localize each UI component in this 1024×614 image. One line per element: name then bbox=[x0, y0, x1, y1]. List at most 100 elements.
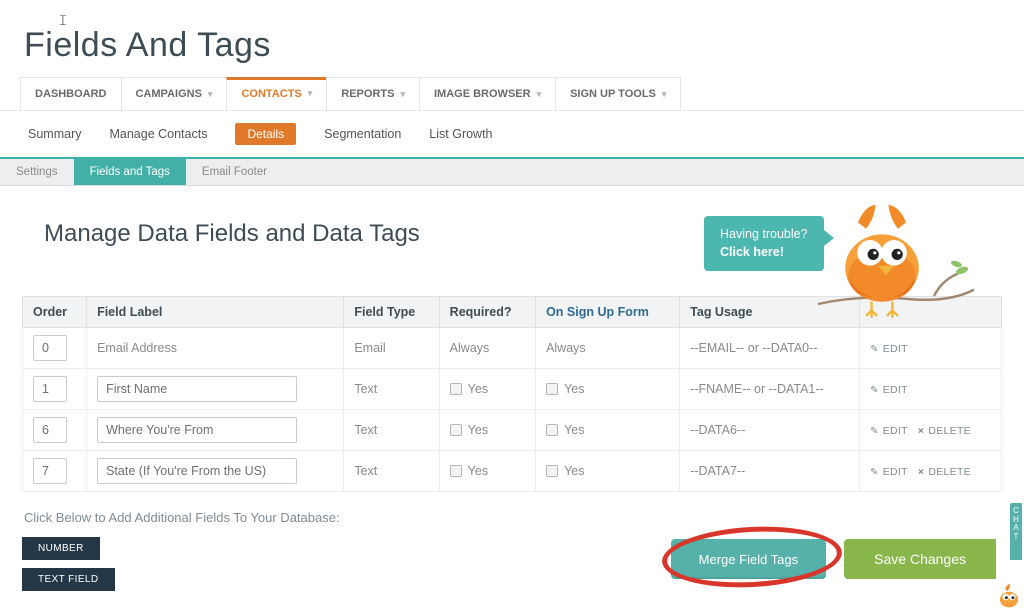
secondary-nav-summary[interactable]: Summary bbox=[28, 127, 81, 141]
field-type: Text bbox=[344, 410, 439, 451]
nav-label: SIGN UP TOOLS bbox=[570, 88, 656, 100]
edit-label: EDIT bbox=[883, 343, 908, 355]
primary-nav-item-image-browser[interactable]: IMAGE BROWSER ▾ bbox=[419, 77, 556, 110]
tag-usage: --DATA7-- bbox=[680, 451, 860, 492]
secondary-nav: Summary Manage Contacts Details Segmentatio… bbox=[0, 111, 1024, 159]
required-cell: Yes bbox=[439, 451, 535, 492]
help-callout[interactable]: Having trouble? Click here! bbox=[704, 216, 824, 271]
checkbox-icon[interactable] bbox=[546, 465, 558, 477]
chevron-down-icon: ▾ bbox=[400, 89, 405, 100]
chevron-down-icon: ▾ bbox=[208, 89, 213, 100]
chat-mascot-icon[interactable] bbox=[996, 584, 1022, 610]
col-type: Field Type bbox=[344, 297, 439, 328]
order-input[interactable] bbox=[33, 376, 67, 402]
signup-value: Yes bbox=[564, 382, 584, 396]
content-area: Manage Data Fields and Data Tags Having … bbox=[0, 186, 1024, 603]
close-icon: × bbox=[918, 425, 924, 437]
tertiary-nav-email-footer[interactable]: Email Footer bbox=[186, 159, 283, 185]
chevron-down-icon: ▾ bbox=[537, 89, 542, 100]
primary-nav-item-sign-up-tools[interactable]: SIGN UP TOOLS ▾ bbox=[555, 77, 681, 110]
primary-nav-item-campaigns[interactable]: CAMPAIGNS ▾ bbox=[121, 77, 228, 110]
edit-label: EDIT bbox=[883, 384, 908, 396]
col-required: Required? bbox=[439, 297, 535, 328]
checkbox-icon[interactable] bbox=[450, 465, 462, 477]
field-type: Email bbox=[344, 328, 439, 369]
edit-link[interactable]: ✎ EDIT bbox=[870, 384, 908, 396]
signup-cell: Yes bbox=[536, 410, 680, 451]
required-cell: Always bbox=[439, 328, 535, 369]
table-row: Text Yes Yes --DATA7-- ✎ EDIT × DELETE bbox=[23, 451, 1002, 492]
order-input[interactable] bbox=[33, 417, 67, 443]
secondary-nav-details[interactable]: Details bbox=[235, 123, 296, 145]
checkbox-icon[interactable] bbox=[546, 383, 558, 395]
action-row: Merge Field Tags Save Changes bbox=[22, 539, 1002, 579]
field-label-input[interactable] bbox=[97, 417, 297, 443]
checkbox-icon[interactable] bbox=[450, 383, 462, 395]
pencil-icon: ✎ bbox=[870, 385, 879, 396]
tertiary-nav-settings[interactable]: Settings bbox=[0, 159, 74, 185]
edit-link[interactable]: ✎ EDIT bbox=[870, 425, 908, 437]
required-value: Yes bbox=[468, 382, 488, 396]
nav-label: CONTACTS bbox=[241, 88, 301, 100]
col-label: Field Label bbox=[87, 297, 344, 328]
edit-label: EDIT bbox=[883, 425, 908, 437]
chat-side-label[interactable]: CHAT bbox=[1010, 503, 1022, 560]
tertiary-nav-fields-and-tags[interactable]: Fields and Tags bbox=[74, 159, 186, 185]
field-label-text: Email Address bbox=[97, 341, 177, 355]
tag-usage: --DATA6-- bbox=[680, 410, 860, 451]
primary-nav-item-reports[interactable]: REPORTS ▾ bbox=[326, 77, 420, 110]
edit-label: EDIT bbox=[883, 466, 908, 478]
primary-nav-item-dashboard[interactable]: DASHBOARD bbox=[20, 77, 122, 110]
secondary-nav-segmentation[interactable]: Segmentation bbox=[324, 127, 401, 141]
merge-field-tags-button[interactable]: Merge Field Tags bbox=[671, 539, 826, 579]
pencil-icon: ✎ bbox=[870, 344, 879, 355]
edit-link[interactable]: ✎ EDIT bbox=[870, 343, 908, 355]
table-row: Text Yes Yes --DATA6-- ✎ EDIT ×DELETE bbox=[23, 410, 1002, 451]
required-value: Yes bbox=[468, 464, 488, 478]
nav-label: REPORTS bbox=[341, 88, 394, 100]
chevron-down-icon: ▾ bbox=[662, 89, 667, 100]
edit-link[interactable]: ✎ EDIT bbox=[870, 466, 908, 478]
delete-label: DELETE bbox=[928, 466, 971, 478]
primary-nav: DASHBOARDCAMPAIGNS▾CONTACTS▾REPORTS▾IMAG… bbox=[0, 77, 1024, 111]
save-changes-button[interactable]: Save Changes bbox=[844, 539, 996, 579]
delete-link[interactable]: ×DELETE bbox=[918, 425, 971, 437]
delete-link[interactable]: × DELETE bbox=[918, 466, 971, 478]
required-value: Yes bbox=[468, 423, 488, 437]
field-type: Text bbox=[344, 451, 439, 492]
pencil-icon: ✎ bbox=[870, 426, 879, 437]
chevron-down-icon: ▾ bbox=[308, 88, 313, 99]
secondary-nav-manage-contacts[interactable]: Manage Contacts bbox=[109, 127, 207, 141]
tag-usage: --FNAME-- or --DATA1-- bbox=[680, 369, 860, 410]
help-line-1: Having trouble? bbox=[720, 226, 808, 244]
pencil-icon: ✎ bbox=[870, 467, 879, 478]
nav-label: CAMPAIGNS bbox=[136, 88, 202, 100]
help-line-2: Click here! bbox=[720, 245, 784, 259]
add-field-note: Click Below to Add Additional Fields To … bbox=[24, 510, 1002, 525]
checkbox-icon[interactable] bbox=[450, 424, 462, 436]
primary-nav-item-contacts[interactable]: CONTACTS ▾ bbox=[226, 77, 327, 110]
col-order: Order bbox=[23, 297, 87, 328]
checkbox-icon[interactable] bbox=[546, 424, 558, 436]
field-label-input[interactable] bbox=[97, 376, 297, 402]
signup-value: Yes bbox=[564, 423, 584, 437]
signup-cell: Yes bbox=[536, 451, 680, 492]
signup-value: Always bbox=[546, 341, 586, 355]
order-input[interactable] bbox=[33, 335, 67, 361]
table-row: Text Yes Yes --FNAME-- or --DATA1-- ✎ EDIT bbox=[23, 369, 1002, 410]
required-cell: Yes bbox=[439, 410, 535, 451]
signup-cell: Yes bbox=[536, 369, 680, 410]
required-value: Always bbox=[450, 341, 490, 355]
field-type: Text bbox=[344, 369, 439, 410]
signup-value: Yes bbox=[564, 464, 584, 478]
tertiary-nav: SettingsFields and TagsEmail Footer bbox=[0, 159, 1024, 186]
field-label-input[interactable] bbox=[97, 458, 297, 484]
secondary-nav-list-growth[interactable]: List Growth bbox=[429, 127, 492, 141]
nav-label: IMAGE BROWSER bbox=[434, 88, 531, 100]
col-signup: On Sign Up Form bbox=[536, 297, 680, 328]
nav-label: DASHBOARD bbox=[35, 88, 107, 100]
order-input[interactable] bbox=[33, 458, 67, 484]
required-cell: Yes bbox=[439, 369, 535, 410]
mascot-bird bbox=[814, 198, 974, 338]
close-icon: × bbox=[918, 466, 924, 478]
